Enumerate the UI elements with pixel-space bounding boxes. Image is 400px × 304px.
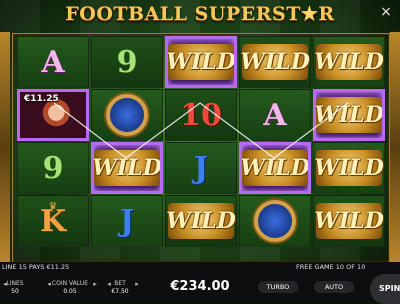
balance-display: €234.00 (170, 279, 230, 294)
bet-value[interactable]: €7.50 (108, 288, 132, 295)
bet-increase-icon[interactable]: ▸ (132, 279, 142, 289)
win-line-overlay (53, 102, 349, 159)
win-line-15 (53, 102, 349, 159)
free-game-counter: FREE GAME 10 OF 10 (296, 263, 366, 271)
lines-label: LINES (6, 280, 24, 287)
win-line-info: LINE 15 PAYS €11.25 (2, 263, 70, 271)
bet-label: BET (114, 280, 126, 287)
coin-value[interactable]: 0.05 (50, 288, 90, 295)
turbo-toggle[interactable]: TURBO (258, 281, 298, 293)
coin-increase-icon[interactable]: ▸ (90, 279, 100, 289)
auto-play-button[interactable]: AUTO (314, 281, 354, 293)
coin-value-label: COIN VALUE (51, 280, 89, 287)
lines-value[interactable]: 50 (4, 288, 26, 295)
